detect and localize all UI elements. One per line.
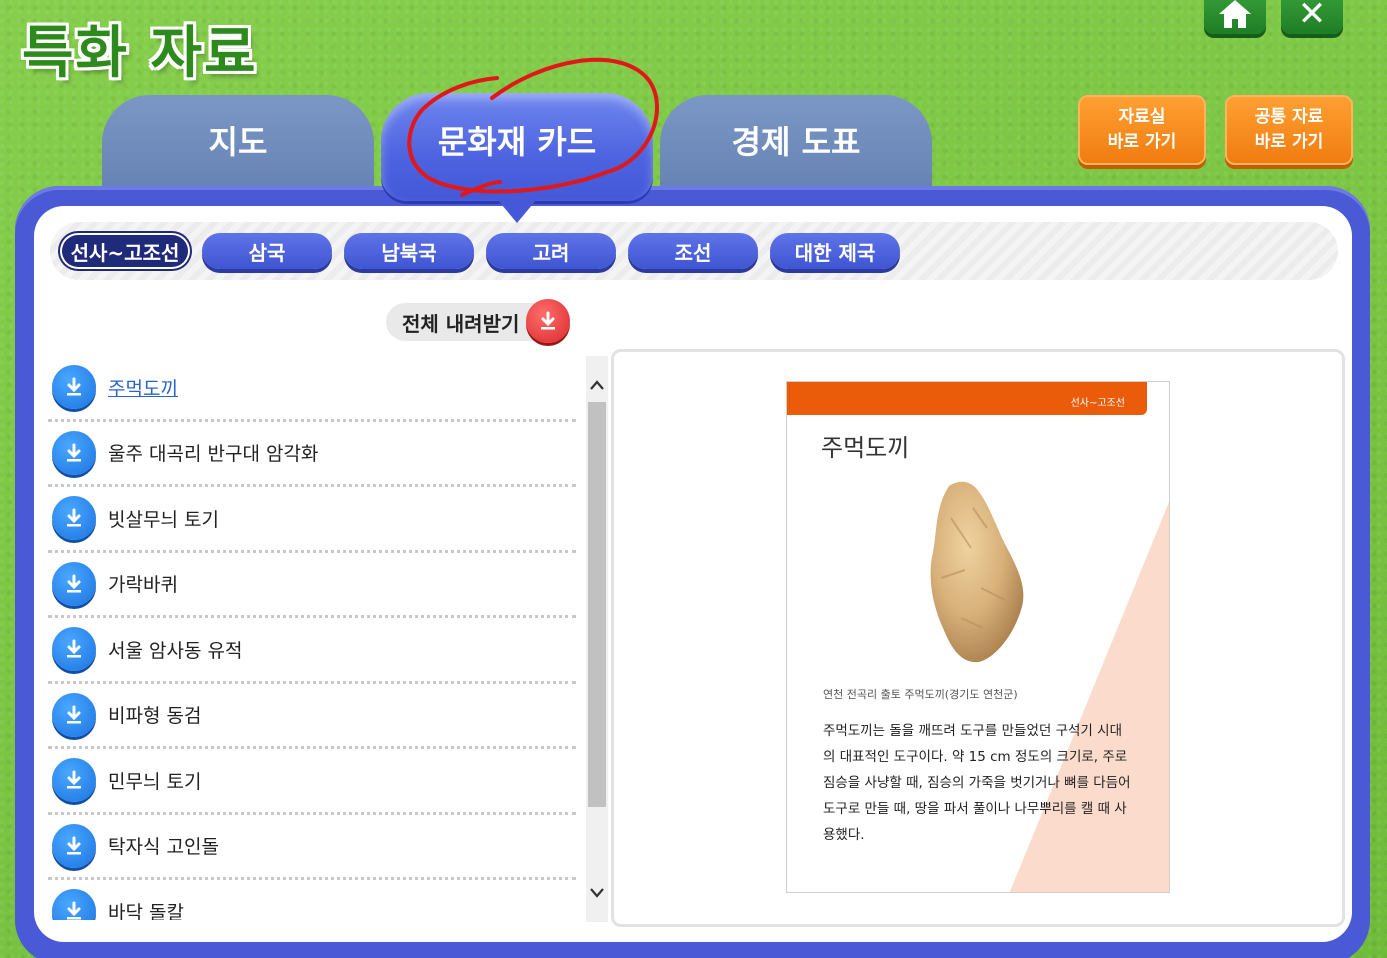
tab-map[interactable]: 지도 bbox=[102, 95, 374, 190]
list-item-label[interactable]: 주먹도끼 bbox=[108, 374, 178, 401]
list-item[interactable]: 가락바퀴 bbox=[48, 553, 576, 618]
close-icon: ✕ bbox=[1297, 0, 1327, 34]
download-icon[interactable] bbox=[52, 365, 96, 410]
download-icon[interactable] bbox=[52, 627, 96, 672]
button-line: 바로 가기 bbox=[1254, 132, 1324, 152]
list-item[interactable]: 민무늬 토기 bbox=[48, 749, 576, 815]
download-icon[interactable] bbox=[52, 758, 96, 803]
download-icon[interactable] bbox=[52, 430, 96, 475]
list-item-label[interactable]: 바닥 돌칼 bbox=[108, 898, 184, 920]
scroll-thumb[interactable] bbox=[588, 402, 606, 807]
button-line: 자료실 bbox=[1118, 107, 1166, 127]
list-item[interactable]: 바닥 돌칼 bbox=[48, 880, 576, 920]
era-button-goryeo[interactable]: 고려 bbox=[486, 233, 616, 269]
heritage-card: 선사~고조선 주먹도끼 연천 전곡리 출토 주먹도끼(경기도 연천군) 주먹도끼… bbox=[786, 381, 1170, 893]
list-item-label[interactable]: 서울 암사동 유적 bbox=[108, 636, 242, 663]
common-materials-shortcut-button[interactable]: 공통 자료 바로 가기 bbox=[1225, 95, 1353, 165]
list-item-label[interactable]: 민무늬 토기 bbox=[108, 767, 201, 794]
era-button-joseon[interactable]: 조선 bbox=[628, 233, 758, 269]
list-item-label[interactable]: 울주 대곡리 반구대 암각화 bbox=[108, 439, 318, 466]
list-item-label[interactable]: 빗살무늬 토기 bbox=[108, 505, 219, 532]
home-icon bbox=[1219, 0, 1251, 28]
list-item[interactable]: 주먹도끼 bbox=[48, 356, 576, 422]
download-all-button[interactable]: 전체 내려받기 bbox=[386, 299, 570, 343]
card-title: 주먹도끼 bbox=[821, 434, 910, 462]
list-item[interactable]: 빗살무늬 토기 bbox=[48, 487, 576, 553]
download-icon[interactable] bbox=[52, 823, 96, 868]
list-item-label[interactable]: 가락바퀴 bbox=[108, 570, 178, 597]
tab-label: 문화재 카드 bbox=[437, 123, 597, 161]
button-line: 바로 가기 bbox=[1107, 132, 1177, 152]
tab-label: 경제 도표 bbox=[731, 122, 861, 161]
card-era-label: 선사~고조선 bbox=[1070, 398, 1125, 409]
heritage-list: 주먹도끼 울주 대곡리 반구대 암각화 빗살무늬 토기 가락바퀴 서울 암사동 … bbox=[48, 356, 576, 920]
list-item[interactable]: 서울 암사동 유적 bbox=[48, 618, 576, 684]
list-item-label[interactable]: 비파형 동검 bbox=[108, 701, 201, 728]
list-scrollbar[interactable] bbox=[586, 356, 608, 922]
hand-axe-image bbox=[930, 481, 1024, 663]
era-button-three-kingdoms[interactable]: 삼국 bbox=[202, 233, 332, 269]
list-item[interactable]: 비파형 동검 bbox=[48, 684, 576, 749]
list-item-label[interactable]: 탁자식 고인돌 bbox=[108, 832, 219, 859]
button-line: 공통 자료 bbox=[1254, 107, 1324, 127]
library-shortcut-button[interactable]: 자료실 바로 가기 bbox=[1078, 95, 1206, 165]
download-icon[interactable] bbox=[52, 692, 96, 737]
tab-heritage-cards[interactable]: 문화재 카드 bbox=[381, 93, 653, 223]
close-button[interactable]: ✕ bbox=[1281, 0, 1343, 34]
list-item[interactable]: 탁자식 고인돌 bbox=[48, 815, 576, 880]
download-icon[interactable] bbox=[52, 561, 96, 606]
tab-label: 지도 bbox=[208, 122, 268, 161]
card-caption: 연천 전곡리 출토 주먹도끼(경기도 연천군) bbox=[823, 688, 1018, 701]
era-button-north-south-states[interactable]: 남북국 bbox=[344, 233, 474, 269]
download-icon[interactable] bbox=[52, 496, 96, 541]
download-icon bbox=[526, 299, 570, 343]
list-item[interactable]: 울주 대곡리 반구대 암각화 bbox=[48, 422, 576, 487]
download-icon[interactable] bbox=[52, 889, 96, 920]
scroll-down-icon[interactable] bbox=[586, 880, 608, 906]
download-all-label: 전체 내려받기 bbox=[402, 311, 520, 336]
era-button-korean-empire[interactable]: 대한 제국 bbox=[770, 233, 900, 269]
page-title: 특화 자료 bbox=[22, 21, 258, 86]
scroll-up-icon[interactable] bbox=[586, 372, 608, 398]
card-header-bar: 선사~고조선 bbox=[787, 382, 1147, 415]
tab-economy-charts[interactable]: 경제 도표 bbox=[660, 95, 932, 190]
era-button-prehistoric[interactable]: 선사~고조선 bbox=[60, 233, 190, 269]
card-description: 주먹도끼는 돌을 깨뜨려 도구를 만들었던 구석기 시대의 대표적인 도구이다.… bbox=[823, 723, 1131, 843]
home-button[interactable] bbox=[1204, 0, 1266, 34]
